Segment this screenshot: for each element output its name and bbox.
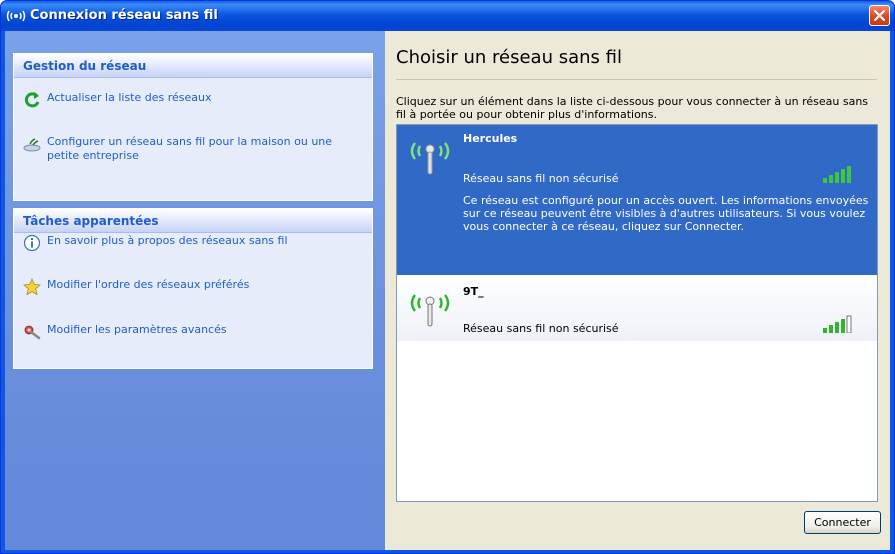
group-header: Tâches apparentées bbox=[14, 209, 372, 233]
task-label: Actualiser la liste des réseaux bbox=[47, 91, 212, 104]
tools-icon bbox=[24, 325, 41, 340]
group-network-tasks: Gestion du réseau Actualiser la liste de… bbox=[13, 53, 373, 201]
group-related-tasks: Tâches apparentées En savoir plus à prop… bbox=[13, 208, 373, 369]
setup-wizard-icon bbox=[23, 138, 41, 152]
signal-strength-icon bbox=[823, 166, 851, 183]
setup-wireless-network-link[interactable]: Configurer un réseau sans fil pour la ma… bbox=[23, 135, 357, 163]
network-list[interactable]: Hercules Réseau sans fil non sécurisé Ce… bbox=[396, 124, 878, 502]
network-ssid: 9T_ bbox=[463, 285, 484, 298]
task-label: Modifier les paramètres avancés bbox=[47, 323, 227, 336]
network-security: Réseau sans fil non sécurisé bbox=[463, 172, 619, 185]
wireless-antenna-icon bbox=[410, 142, 450, 175]
wireless-network-icon bbox=[6, 10, 26, 22]
network-ssid: Hercules bbox=[463, 132, 518, 145]
network-item-hercules[interactable]: Hercules Réseau sans fil non sécurisé Ce… bbox=[397, 125, 877, 275]
network-message: Ce réseau est configuré pour un accès ou… bbox=[463, 194, 869, 233]
group-header: Gestion du réseau bbox=[14, 54, 372, 78]
window-title: Connexion réseau sans fil bbox=[30, 8, 218, 23]
page-title: Choisir un réseau sans fil bbox=[396, 47, 622, 68]
main-pane: Choisir un réseau sans fil Cliquez sur u… bbox=[385, 31, 890, 550]
network-security: Réseau sans fil non sécurisé bbox=[463, 322, 619, 335]
close-button[interactable] bbox=[869, 5, 890, 26]
group-title: Gestion du réseau bbox=[23, 59, 147, 73]
task-label: Modifier l'ordre des réseaux préférés bbox=[47, 278, 250, 291]
network-item-9t[interactable]: 9T_ Réseau sans fil non sécurisé bbox=[397, 275, 877, 341]
group-body: En savoir plus à propos des réseaux sans… bbox=[14, 233, 372, 368]
task-label: Configurer un réseau sans fil pour la ma… bbox=[47, 135, 333, 162]
refresh-network-list-link[interactable]: Actualiser la liste des réseaux bbox=[23, 91, 357, 109]
title-divider bbox=[396, 79, 877, 80]
close-icon bbox=[874, 10, 885, 21]
group-body: Actualiser la liste des réseaux Configur… bbox=[14, 78, 372, 200]
change-preferred-order-link[interactable]: Modifier l'ordre des réseaux préférés bbox=[23, 278, 357, 296]
star-icon bbox=[23, 278, 41, 296]
wireless-connection-window: Connexion réseau sans fil Gestion du rés… bbox=[0, 0, 895, 554]
wireless-antenna-icon bbox=[410, 294, 450, 327]
title-bar[interactable]: Connexion réseau sans fil bbox=[1, 1, 894, 31]
change-advanced-settings-link[interactable]: Modifier les paramètres avancés bbox=[23, 323, 357, 341]
connect-button[interactable]: Connecter bbox=[804, 511, 881, 534]
task-pane: Gestion du réseau Actualiser la liste de… bbox=[5, 31, 385, 550]
signal-strength-icon bbox=[823, 315, 852, 333]
refresh-icon bbox=[24, 92, 40, 108]
task-label: En savoir plus à propos des réseaux sans… bbox=[47, 234, 288, 247]
info-icon bbox=[23, 234, 41, 252]
instructions-text: Cliquez sur un élément dans la liste ci-… bbox=[396, 95, 869, 121]
learn-wireless-link[interactable]: En savoir plus à propos des réseaux sans… bbox=[23, 234, 357, 252]
group-title: Tâches apparentées bbox=[23, 214, 159, 228]
